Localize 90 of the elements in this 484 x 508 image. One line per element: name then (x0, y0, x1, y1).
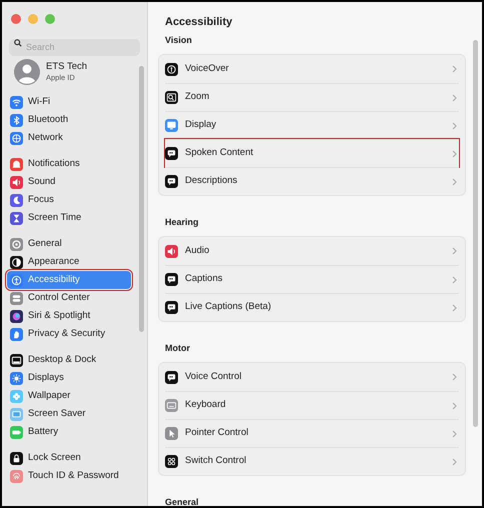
contrast-icon (10, 256, 23, 268)
sidebar-item[interactable]: Screen Saver (7, 405, 131, 423)
gear-icon (10, 238, 23, 250)
monitor-icon (165, 119, 178, 132)
hand-icon (10, 328, 23, 340)
sidebar-item[interactable]: Desktop & Dock (7, 351, 131, 369)
battery-icon (10, 426, 23, 438)
search-icon (14, 38, 22, 46)
sidebar-item[interactable]: Network (7, 129, 131, 147)
sidebar-item[interactable]: Privacy & Security (7, 325, 131, 343)
chevron-icon (452, 178, 457, 186)
scrollbar[interactable] (139, 66, 144, 332)
chevron-icon (452, 247, 457, 255)
sidebar-item[interactable]: Wi-Fi (7, 93, 131, 111)
sidebar-item[interactable]: Wallpaper (7, 387, 131, 405)
moon-icon (10, 194, 23, 206)
sidebar-item[interactable]: Lock Screen (7, 449, 131, 467)
chevron-icon (452, 276, 457, 284)
chevron-icon (452, 65, 457, 73)
orb-icon (10, 310, 23, 322)
switch-grid-icon (165, 455, 178, 468)
settings-row[interactable]: Captions (165, 265, 459, 293)
settings-row[interactable]: VoiceOver (165, 55, 459, 83)
sidebar-item[interactable]: Displays (7, 369, 131, 387)
settings-row[interactable]: Spoken Content (165, 139, 459, 167)
page-title: Accessibility (164, 15, 234, 30)
globe-icon (10, 132, 23, 144)
chevron-icon (452, 122, 457, 130)
sidebar-item[interactable]: Appearance (7, 253, 131, 271)
speech-bubble-icon (165, 273, 178, 286)
sidebar-item[interactable]: Bluetooth (7, 111, 131, 129)
settings-row[interactable]: Voice Control (165, 363, 459, 391)
settings-row[interactable]: Display (165, 111, 459, 139)
lock-icon (10, 452, 23, 464)
settings-row[interactable]: Pointer Control (165, 419, 459, 447)
speaker-icon (10, 176, 23, 188)
chevron-icon (452, 94, 457, 102)
settings-row[interactable]: Zoom (165, 83, 459, 111)
sidebar-item[interactable]: Touch ID & Password (7, 467, 131, 485)
sun-icon (10, 372, 23, 384)
account-name: ETS Tech (46, 61, 88, 72)
sidebar-item[interactable]: Siri & Spotlight (7, 307, 131, 325)
sidebar-item[interactable]: Sound (7, 173, 131, 191)
chevron-icon (452, 150, 457, 158)
speaker-icon (165, 244, 178, 258)
settings-row[interactable]: Keyboard (165, 391, 459, 419)
settings-row[interactable]: Audio (165, 237, 459, 265)
settings-row[interactable]: Switch Control (165, 447, 459, 475)
hourglass-icon (10, 212, 23, 224)
settings-row[interactable]: Descriptions (165, 167, 459, 195)
fingerprint-icon (10, 470, 23, 482)
speech-bubble-icon (165, 301, 178, 314)
scrollbar[interactable] (473, 40, 478, 427)
pointer-icon (165, 427, 178, 440)
flower-icon (10, 390, 23, 402)
toggles-icon (10, 292, 23, 304)
chevron-icon (452, 402, 457, 410)
search-field[interactable]: Search (9, 38, 140, 56)
chevron-icon (452, 458, 457, 466)
avatar-icon (14, 59, 40, 85)
zoom-button[interactable] (45, 14, 55, 24)
speech-bubble-icon (165, 175, 178, 188)
section-heading: General (164, 496, 200, 506)
zoom-icon (165, 91, 178, 104)
sidebar-item[interactable]: Screen Time (7, 209, 131, 227)
sidebar-item[interactable]: Battery (7, 423, 131, 441)
voiceover-icon (165, 62, 178, 76)
close-button[interactable] (11, 14, 21, 24)
sidebar-item[interactable]: Focus (7, 191, 131, 209)
chevron-icon (452, 373, 457, 381)
window-icon (10, 354, 23, 366)
sidebar-item[interactable]: Control Center (7, 289, 131, 307)
bluetooth-icon (10, 114, 23, 126)
screen-icon (10, 408, 23, 420)
bell-icon (10, 158, 23, 170)
chevron-icon (452, 304, 457, 312)
minimize-button[interactable] (28, 14, 38, 24)
sidebar-item[interactable]: Accessibility (7, 271, 131, 289)
section-heading: Hearing (164, 216, 200, 228)
accessibility-icon (10, 274, 23, 286)
settings-row[interactable]: Live Captions (Beta) (165, 293, 459, 321)
section-heading: Vision (164, 34, 193, 46)
chevron-icon (452, 430, 457, 438)
speech-bubble-icon (165, 147, 178, 160)
wifi-icon (10, 96, 23, 108)
sidebar-item[interactable]: General (7, 235, 131, 253)
sidebar-item[interactable]: Notifications (7, 155, 131, 173)
keyboard-icon (165, 399, 178, 412)
section-heading: Motor (164, 342, 191, 354)
speech-bubble-icon (165, 370, 178, 384)
